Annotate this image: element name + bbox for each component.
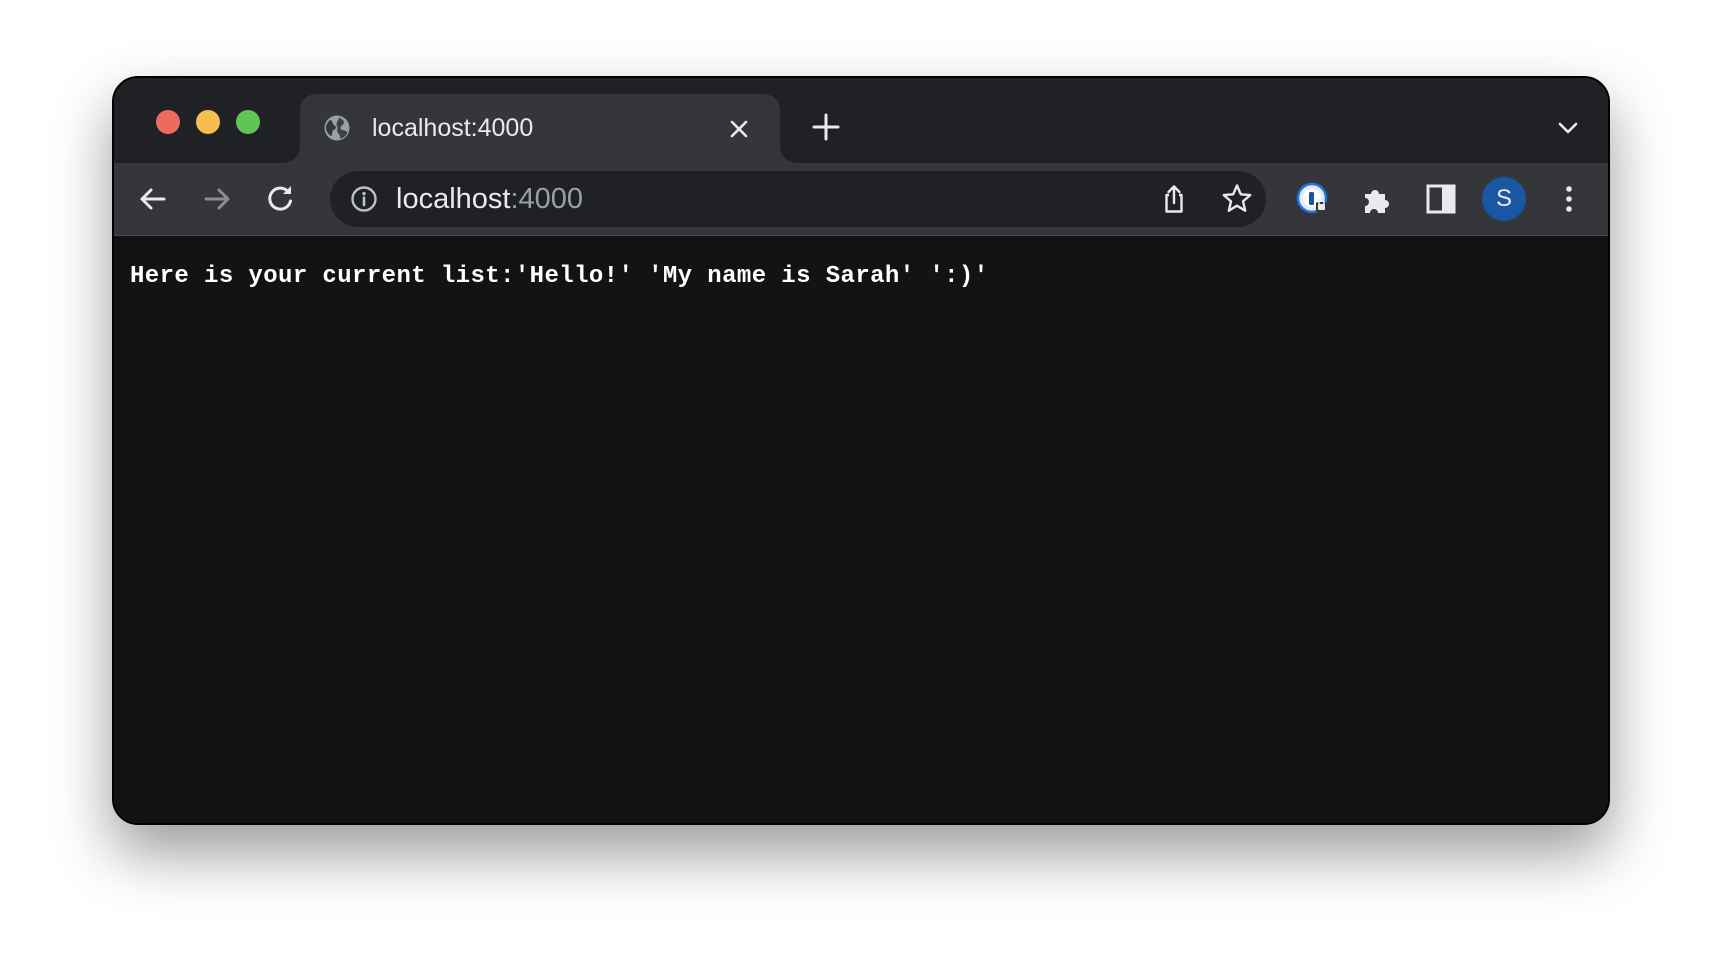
url-host: localhost [396,183,511,215]
url-port: :4000 [510,183,584,215]
plus-icon[interactable] [811,112,841,142]
side-panel-icon[interactable] [1424,182,1458,216]
tab-strip: localhost:4000 [114,78,1608,163]
password-manager-icon[interactable] [1296,182,1330,216]
arrow-left-icon[interactable] [136,182,170,216]
url-text[interactable]: localhost:4000 [396,183,583,215]
window-minimize-button[interactable] [196,110,220,134]
close-icon[interactable] [726,116,752,142]
tab-localhost[interactable]: localhost:4000 [284,94,796,163]
chevron-down-icon[interactable] [1556,116,1580,140]
toolbar: localhost:4000 S [114,163,1608,236]
address-bar[interactable]: localhost:4000 [330,171,1266,227]
browser-window: localhost:4000 localhost:4000 S Here is … [112,76,1610,825]
kebab-menu-icon[interactable] [1552,182,1586,216]
page-content: Here is your current list:'Hello!' 'My n… [114,236,1608,823]
profile-avatar[interactable]: S [1482,177,1526,221]
puzzle-icon[interactable] [1360,182,1394,216]
globe-icon [322,113,352,143]
window-maximize-button[interactable] [236,110,260,134]
window-close-button[interactable] [156,110,180,134]
tab-title: localhost:4000 [372,114,534,142]
share-icon[interactable] [1158,183,1190,215]
page-text: Here is your current list:'Hello!' 'My n… [130,263,989,290]
info-icon[interactable] [350,185,378,213]
arrow-right-icon[interactable] [200,182,234,216]
reload-icon[interactable] [264,182,298,216]
star-icon[interactable] [1220,182,1254,216]
